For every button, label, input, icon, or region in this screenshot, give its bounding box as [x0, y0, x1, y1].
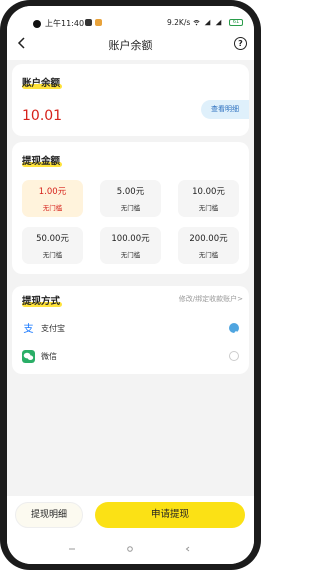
status-bar: 上午11:40 9.2K/s 61: [7, 6, 254, 28]
payment-method-wechat[interactable]: 微信: [12, 346, 249, 368]
amount-value: 1.00元: [38, 187, 67, 197]
wechat-icon: [22, 350, 35, 363]
app-notification-icon: [95, 19, 102, 26]
amount-option[interactable]: 10.00元 无门槛: [178, 180, 239, 217]
view-detail-button[interactable]: 查看明细: [201, 100, 249, 119]
amount-sub: 无门槛: [198, 251, 219, 259]
help-icon[interactable]: ?: [234, 37, 247, 50]
nav-bar: 账户余额 ?: [7, 28, 254, 60]
amount-sub: 无门槛: [42, 251, 63, 259]
menu-nav-icon[interactable]: [69, 546, 75, 552]
amount-sub: 无门槛: [198, 204, 219, 212]
balance-amount: 10.01: [22, 108, 63, 124]
alipay-icon: 支: [22, 322, 35, 335]
withdraw-method-title: 提现方式: [22, 296, 61, 307]
signal-icon-2: [215, 19, 222, 26]
page-title: 账户余额: [108, 39, 153, 52]
amount-value: 5.00元: [116, 187, 145, 197]
amount-value: 100.00元: [111, 234, 150, 244]
notification-icon: [85, 19, 92, 26]
payment-method-alipay[interactable]: 支 支付宝: [12, 318, 249, 340]
amount-option[interactable]: 100.00元 无门槛: [100, 227, 161, 264]
battery-icon: 61: [229, 19, 243, 26]
radio-unselected-icon[interactable]: [229, 351, 239, 361]
network-speed: 9.2K/s: [167, 18, 191, 27]
bottom-bar: 提现明细 申请提现: [7, 496, 254, 564]
camera-hole: [33, 20, 41, 28]
amount-value: 50.00元: [36, 234, 69, 244]
radio-selected-icon[interactable]: [229, 323, 239, 336]
amount-value: 200.00元: [189, 234, 228, 244]
amount-option[interactable]: 50.00元 无门槛: [22, 227, 83, 264]
payment-method-label: 支付宝: [41, 324, 65, 333]
payment-method-label: 微信: [41, 352, 57, 361]
balance-card: 账户余额 10.01 查看明细: [12, 64, 249, 136]
balance-card-title: 账户余额: [22, 78, 61, 89]
withdraw-amount-title: 提现金额: [22, 156, 61, 167]
amount-value: 10.00元: [192, 187, 225, 197]
withdraw-amount-card: 提现金额 1.00元 无门槛 5.00元 无门槛 10.00元 无门槛 50.0…: [12, 142, 249, 274]
signal-icon: [204, 19, 211, 26]
back-nav-icon[interactable]: [185, 546, 191, 552]
amount-sub: 无门槛: [120, 251, 141, 259]
amount-option[interactable]: 200.00元 无门槛: [178, 227, 239, 264]
withdraw-method-card: 提现方式 修改/绑定收款账户> 支 支付宝 微信: [12, 286, 249, 374]
home-nav-icon[interactable]: [127, 546, 133, 552]
amount-sub: 无门槛: [42, 204, 63, 212]
screen: 上午11:40 9.2K/s 61 账户余额 ? 账户余额 10.01 查看明细…: [7, 6, 254, 564]
amount-option[interactable]: 1.00元 无门槛: [22, 180, 83, 217]
withdraw-detail-button[interactable]: 提现明细: [15, 502, 83, 528]
phone-frame: 上午11:40 9.2K/s 61 账户余额 ? 账户余额 10.01 查看明细…: [0, 0, 261, 570]
wifi-icon: [193, 19, 200, 26]
apply-withdraw-button[interactable]: 申请提现: [95, 502, 245, 528]
modify-account-link[interactable]: 修改/绑定收款账户>: [179, 294, 243, 304]
svg-text:支: 支: [23, 323, 33, 335]
amount-option[interactable]: 5.00元 无门槛: [100, 180, 161, 217]
amount-sub: 无门槛: [120, 204, 141, 212]
